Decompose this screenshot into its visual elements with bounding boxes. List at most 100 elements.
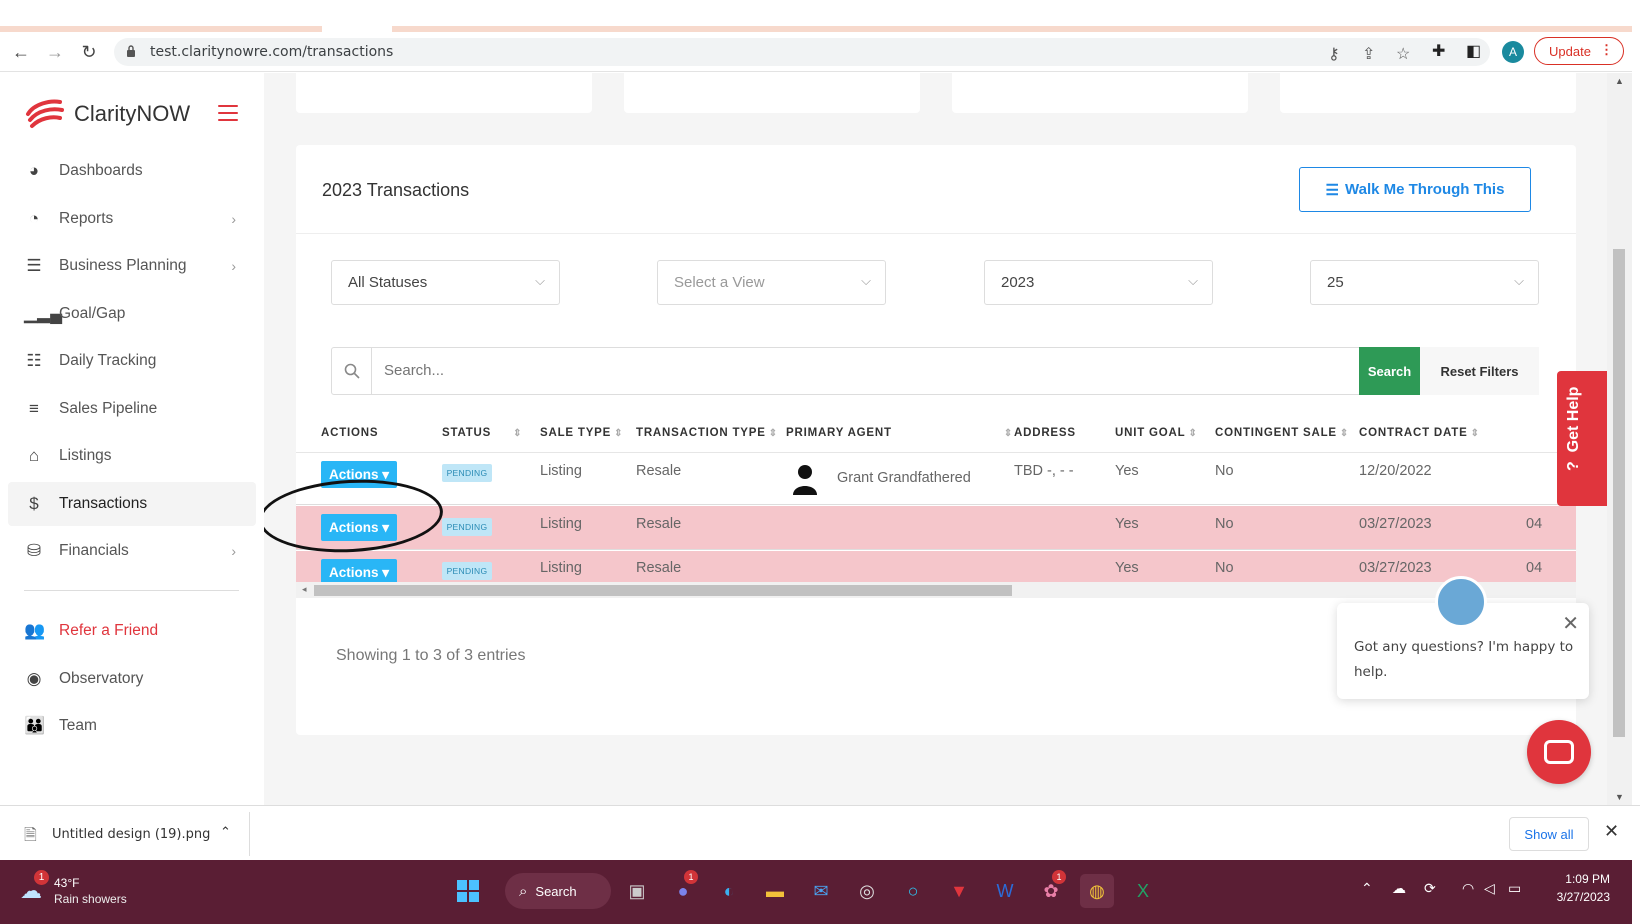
extensions-icon[interactable]: ✚ [1432,41,1445,61]
chevron-up-icon[interactable]: ⌃ [1361,880,1373,897]
search-button[interactable]: Search [1359,347,1420,395]
cell-unit-goal: Yes [1115,516,1139,532]
edge-icon[interactable]: ◐ [712,874,746,908]
scrollbar-thumb[interactable] [314,585,1012,596]
page-title: 2023 Transactions [322,180,470,200]
onedrive-icon[interactable]: ☁ [1392,880,1406,897]
scroll-up-icon[interactable]: ▲ [1615,76,1624,86]
side-panel-icon[interactable]: ◧ [1466,41,1481,61]
cell-sale-type: Listing [540,560,582,576]
task-view-icon[interactable]: ▣ [620,874,654,908]
chevron-up-icon[interactable]: ⌃ [220,824,231,840]
taskbar-search[interactable]: ⌕ Search [505,873,611,909]
sidebar-item-team[interactable]: 👪 Team [8,704,256,748]
windows-start-icon[interactable] [451,874,485,908]
lock-icon [127,45,135,57]
col-contingent-sale[interactable]: CONTINGENT SALE ⇕ [1215,427,1349,439]
sidebar-item-daily-tracking[interactable]: ☷ Daily Tracking [8,339,256,383]
search-icon [332,348,372,394]
sidebar-item-business-planning[interactable]: ☰ Business Planning › [8,244,256,288]
excel-icon[interactable]: X [1126,874,1160,908]
sidebar-item-sales-pipeline[interactable]: ≡ Sales Pipeline [8,387,256,431]
cortana-icon[interactable]: ○ [896,874,930,908]
cell-sale-type: Listing [540,463,582,479]
share-icon[interactable]: ⇪ [1362,44,1375,64]
cell-transaction-type: Resale [636,463,682,479]
chat-bot-avatar [1435,576,1487,628]
file-explorer-icon[interactable]: ▬ [758,874,792,908]
page-vertical-scrollbar[interactable]: ▲ ▼ [1607,73,1632,805]
sidebar-item-refer-a-friend[interactable]: 👥 Refer a Friend [8,609,256,653]
eye-icon: ◉ [26,669,42,688]
scroll-left-icon[interactable]: ◂ [302,584,307,595]
year-select[interactable]: 2023 ⌵ [984,260,1213,305]
table-row: Actions ▾ PENDING Listing Resale Yes No … [296,506,1576,550]
scroll-down-icon[interactable]: ▼ [1615,792,1624,802]
system-clock[interactable]: 1:09 PM 3/27/2023 [1540,870,1610,906]
sidebar-item-observatory[interactable]: ◉ Observatory [8,657,256,701]
wifi-icon[interactable]: ◠ [1462,880,1474,897]
sidebar-item-dashboards[interactable]: ◕ Dashboards [8,149,256,193]
scrollbar-thumb[interactable] [1613,249,1625,737]
search-input[interactable] [384,362,1284,379]
col-transaction-type[interactable]: TRANSACTION TYPE ⇕ [636,427,778,439]
address-bar[interactable]: test.claritynowre.com/transactions ⚷ ⇪ ☆ [114,38,1490,66]
sidebar-item-goal-gap[interactable]: ▁▂▄ Goal/Gap [8,292,256,336]
sort-icon: ⇕ [1003,428,1014,439]
star-icon[interactable]: ☆ [1396,44,1410,64]
sidebar-item-financials[interactable]: ⛁ Financials › [8,529,256,573]
view-select[interactable]: Select a View ⌵ [657,260,886,305]
status-badge: PENDING [442,464,492,482]
page-size-select[interactable]: 25 ⌵ [1310,260,1539,305]
download-item[interactable]: 🗎 Untitled design (19).png ⌃ [6,812,250,856]
stat-card [1280,73,1576,113]
back-icon[interactable]: ← [10,41,32,63]
chat-bubble-icon [1544,740,1574,764]
show-all-button[interactable]: Show all [1509,817,1589,851]
status-badge: PENDING [442,518,492,536]
col-contract-date[interactable]: CONTRACT DATE ⇕ [1359,427,1480,439]
reset-filters-button[interactable]: Reset Filters [1420,347,1539,395]
weather-widget[interactable]: ☁ 1 43°F Rain showers [16,870,176,914]
sort-icon: ⇕ [1470,428,1480,439]
sidebar-item-listings[interactable]: ⌂ Listings [8,434,256,478]
cell-contingent-sale: No [1215,516,1234,532]
word-icon[interactable]: W [988,874,1022,908]
key-icon[interactable]: ⚷ [1328,44,1340,64]
battery-icon[interactable]: ▭ [1508,880,1521,897]
chat-launcher-button[interactable] [1527,720,1591,784]
cell-contract-date: 03/27/2023 [1359,560,1432,576]
cell-contract-date: 12/20/2022 [1359,463,1432,479]
chevron-right-icon: › [231,258,236,274]
col-primary-agent[interactable]: PRIMARY AGENT ⇕ [786,427,1013,439]
sidebar-item-transactions[interactable]: $ Transactions [8,482,256,526]
coins-icon: ⛁ [26,541,42,560]
chrome-icon[interactable]: ◍ [1080,874,1114,908]
walk-me-through-button[interactable]: ☰ Walk Me Through This [1299,167,1531,212]
cell-overflow: 04 [1526,560,1543,576]
status-select[interactable]: All Statuses ⌵ [331,260,560,305]
forward-icon[interactable]: → [44,41,66,63]
mail-icon[interactable]: ✉ [804,874,838,908]
dell-icon[interactable]: ◎ [850,874,884,908]
get-help-tab[interactable]: ? Get Help [1557,371,1607,506]
mcafee-icon[interactable]: ▼ [942,874,976,908]
col-sale-type[interactable]: SALE TYPE ⇕ [540,427,623,439]
home-icon: ⌂ [28,446,40,465]
table-horizontal-scrollbar[interactable]: ◂ [296,582,1576,598]
file-icon: 🗎 [24,827,37,844]
sidebar-item-reports[interactable]: ◔ Reports › [8,197,256,241]
profile-avatar[interactable]: A [1502,41,1524,63]
col-status[interactable]: STATUS ⇕ [442,427,522,439]
update-button[interactable]: Update ⋮ [1534,37,1624,65]
close-icon[interactable]: ✕ [1562,611,1579,636]
volume-icon[interactable]: ◁ [1484,880,1495,897]
hamburger-menu-icon[interactable] [218,105,238,121]
reload-icon[interactable]: ↻ [78,41,100,63]
list-check-icon: ☰ [1325,181,1339,199]
checklist-icon: ☰ [26,256,42,275]
col-unit-goal[interactable]: UNIT GOAL ⇕ [1115,427,1198,439]
cell-transaction-type: Resale [636,560,682,576]
sync-icon[interactable]: ⟳ [1424,880,1436,897]
close-icon[interactable]: ✕ [1604,821,1619,842]
